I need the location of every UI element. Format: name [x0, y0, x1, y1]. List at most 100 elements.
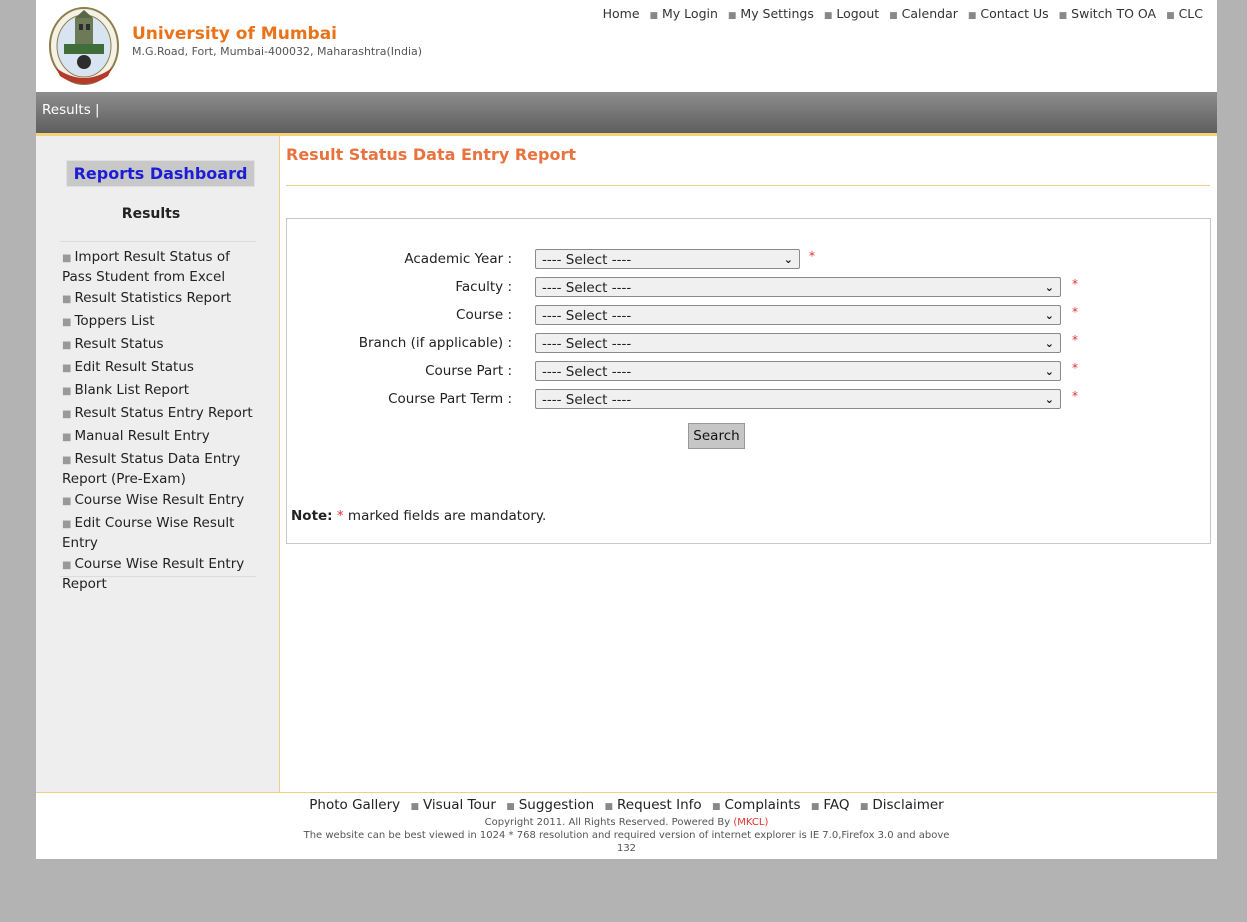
sidebar-item-toppers-list[interactable]: ■ Toppers List: [62, 312, 262, 332]
form-row-branch: Branch (if applicable) : ---- Select ---…: [287, 333, 1187, 355]
bullet-icon: ■: [604, 802, 613, 812]
bullet-icon: ■: [649, 11, 659, 21]
bullet-icon: ■: [62, 455, 72, 466]
top-links: Home ■ My Login ■ My Settings ■ Logout ■ Cal…: [603, 6, 1203, 21]
bullet-icon: ■: [711, 802, 721, 812]
footer-links: Photo Gallery ■ Visual Tour ■ Suggestion ■…: [36, 797, 1217, 813]
form-row-course: Course : ---- Select ---- ⌄ *: [287, 305, 1187, 327]
reports-dashboard-button[interactable]: Reports Dashboard: [66, 160, 255, 187]
required-mark: *: [809, 249, 815, 263]
branch-select[interactable]: ---- Select ---- ⌄: [535, 333, 1061, 353]
bullet-icon: ■: [62, 496, 72, 507]
sidebar-item-edit-course-wise-result-entry[interactable]: ■ Edit Course Wise Result Entry: [62, 514, 262, 552]
sidebar-heading: Results: [121, 206, 181, 222]
main-navbar: Results |: [36, 92, 1217, 136]
nav-item-results[interactable]: Results |: [42, 102, 100, 118]
header: University of Mumbai M.G.Road, Fort, Mum…: [36, 0, 1217, 92]
chevron-down-icon: ⌄: [1044, 393, 1054, 406]
bullet-icon: ■: [62, 409, 72, 420]
required-mark: *: [1072, 305, 1078, 319]
university-address: M.G.Road, Fort, Mumbai-400032, Maharasht…: [132, 45, 423, 58]
link-my-settings[interactable]: My Settings: [740, 6, 813, 21]
select-value: ---- Select ----: [542, 364, 632, 380]
mandatory-note: Note: * marked fields are mandatory.: [291, 508, 546, 524]
sidebar-item-label: Edit Course Wise Result Entry: [62, 515, 235, 551]
bullet-icon: ■: [967, 11, 977, 21]
branch-label: Branch (if applicable) :: [358, 335, 512, 351]
bullet-icon: ■: [62, 386, 72, 397]
sidebar-item-course-wise-result-entry[interactable]: ■ Course Wise Result Entry: [62, 491, 262, 511]
link-clc[interactable]: CLC: [1179, 6, 1203, 21]
chevron-down-icon: ⌄: [1044, 337, 1054, 350]
link-calendar[interactable]: Calendar: [902, 6, 958, 21]
footer-link-faq[interactable]: FAQ: [823, 797, 849, 813]
bullet-icon: ■: [62, 363, 72, 374]
bullet-icon: ■: [62, 294, 72, 305]
search-button[interactable]: Search: [688, 423, 745, 449]
sidebar-item-result-statistics-report[interactable]: ■ Result Statistics Report: [62, 289, 262, 309]
bullet-icon: ■: [859, 802, 869, 812]
sidebar-item-result-status-entry-report[interactable]: ■ Result Status Entry Report: [62, 404, 262, 424]
sidebar-item-label: Course Wise Result Entry Report: [62, 556, 245, 592]
footer-link-photo-gallery[interactable]: Photo Gallery: [309, 797, 400, 813]
bullet-icon: ■: [62, 432, 72, 443]
course-part-label: Course Part :: [425, 363, 512, 379]
bullet-icon: ■: [727, 11, 737, 21]
footer-link-disclaimer[interactable]: Disclaimer: [872, 797, 943, 813]
link-my-login[interactable]: My Login: [662, 6, 718, 21]
sidebar-item-import-result-status[interactable]: ■ Import Result Status of Pass Student fr…: [62, 248, 262, 286]
link-logout[interactable]: Logout: [836, 6, 879, 21]
browser-note: The website can be best viewed in 1024 *…: [303, 830, 950, 841]
faculty-label: Faculty :: [455, 279, 512, 295]
search-form: Academic Year : ---- Select ---- ⌄ * Fac…: [286, 218, 1211, 544]
course-select[interactable]: ---- Select ---- ⌄: [535, 305, 1061, 325]
sidebar-item-label: Result Status Entry Report: [74, 405, 253, 421]
title-divider: [286, 185, 1210, 186]
link-switch-to-oa[interactable]: Switch TO OA: [1071, 6, 1156, 21]
sidebar-item-result-status-data-entry-report[interactable]: ■ Result Status Data Entry Report (Pre-Ex…: [62, 450, 262, 488]
course-part-term-select[interactable]: ---- Select ---- ⌄: [535, 389, 1061, 409]
sidebar-item-label: Course Wise Result Entry: [74, 492, 245, 508]
sidebar-item-manual-result-entry[interactable]: ■ Manual Result Entry: [62, 427, 262, 447]
footer-link-suggestion[interactable]: Suggestion: [519, 797, 594, 813]
sidebar-item-label: Manual Result Entry: [74, 428, 210, 444]
bullet-icon: ■: [62, 519, 72, 530]
required-mark: *: [1072, 389, 1078, 403]
academic-year-select[interactable]: ---- Select ---- ⌄: [535, 249, 800, 269]
footer-link-complaints[interactable]: Complaints: [724, 797, 800, 813]
footer: Photo Gallery ■ Visual Tour ■ Suggestion ■…: [36, 792, 1217, 859]
sidebar-item-label: Result Status: [74, 336, 164, 352]
form-row-faculty: Faculty : ---- Select ---- ⌄ *: [287, 277, 1187, 299]
required-mark: *: [1072, 361, 1078, 375]
footer-link-visual-tour[interactable]: Visual Tour: [423, 797, 496, 813]
footer-copyright: Copyright 2011. All Rights Reserved. Pow…: [36, 817, 1217, 828]
footer-link-request-info[interactable]: Request Info: [617, 797, 702, 813]
bullet-icon: ■: [62, 560, 72, 571]
bullet-icon: ■: [62, 340, 72, 351]
sidebar-item-label: Import Result Status of Pass Student fro…: [62, 249, 230, 285]
page-container: University of Mumbai M.G.Road, Fort, Mum…: [36, 0, 1217, 859]
chevron-down-icon: ⌄: [1044, 365, 1054, 378]
select-value: ---- Select ----: [542, 392, 632, 408]
select-value: ---- Select ----: [542, 280, 632, 296]
link-contact-us[interactable]: Contact Us: [980, 6, 1048, 21]
select-value: ---- Select ----: [542, 252, 632, 268]
copyright-text: Copyright 2011. All Rights Reserved. Pow…: [484, 817, 731, 828]
academic-year-label: Academic Year :: [404, 251, 512, 267]
sidebar-item-result-status[interactable]: ■ Result Status: [62, 335, 262, 355]
sidebar-item-blank-list-report[interactable]: ■ Blank List Report: [62, 381, 262, 401]
link-home[interactable]: Home: [603, 6, 640, 21]
page-title: Result Status Data Entry Report: [286, 145, 576, 164]
sidebar-item-label: Edit Result Status: [74, 359, 194, 375]
mkcl-link[interactable]: (MKCL): [733, 817, 768, 828]
faculty-select[interactable]: ---- Select ---- ⌄: [535, 277, 1061, 297]
course-label: Course :: [456, 307, 512, 323]
select-value: ---- Select ----: [542, 308, 632, 324]
bullet-icon: ■: [506, 802, 515, 812]
university-logo: [46, 4, 122, 86]
sidebar-item-edit-result-status[interactable]: ■ Edit Result Status: [62, 358, 262, 378]
course-part-select[interactable]: ---- Select ---- ⌄: [535, 361, 1061, 381]
bullet-icon: ■: [1166, 11, 1175, 21]
sidebar-item-course-wise-result-entry-report[interactable]: ■ Course Wise Result Entry Report: [62, 555, 262, 593]
form-row-course-part: Course Part : ---- Select ---- ⌄ *: [287, 361, 1187, 383]
